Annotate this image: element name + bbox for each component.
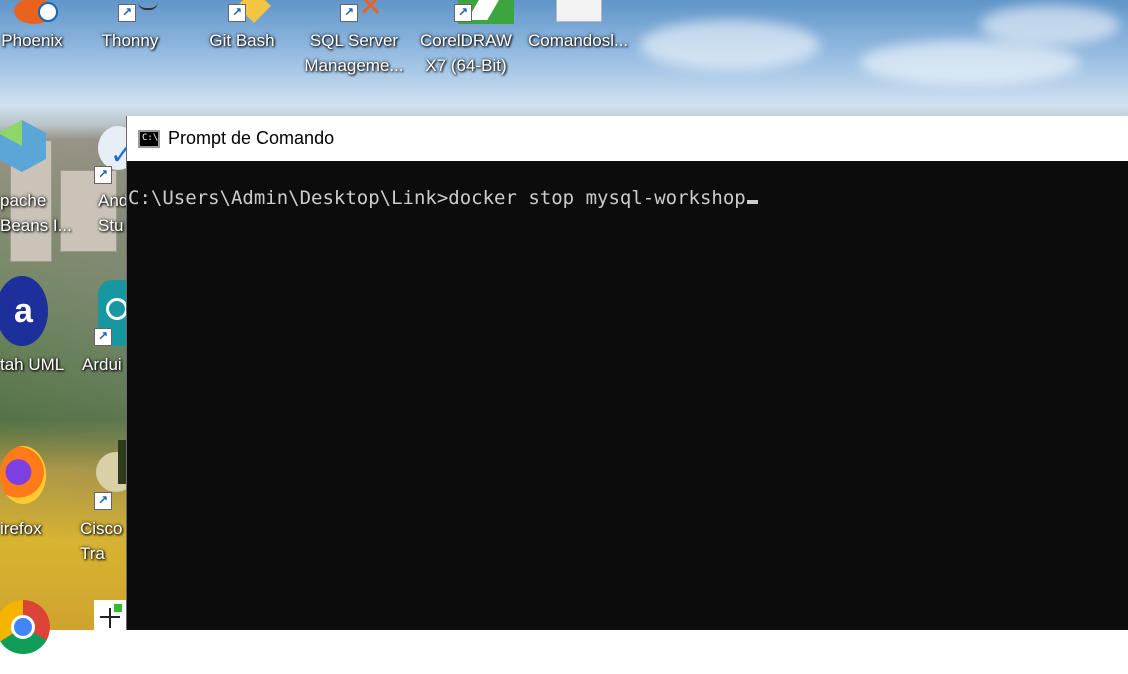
- window-titlebar[interactable]: C:\ Prompt de Comando: [127, 116, 1128, 161]
- text-cursor: [746, 200, 758, 204]
- desktop-icon-thonny[interactable]: ↗ Thonny: [80, 0, 180, 53]
- cisco-icon: ↗: [72, 440, 136, 516]
- icon-label: Phoenix: [1, 31, 63, 50]
- cmd-icon: C:\: [138, 129, 160, 148]
- icon-label: CorelDRAW X7 (64-Bit): [420, 31, 512, 75]
- phoenix-icon: [8, 0, 58, 28]
- shortcut-arrow-icon: ↗: [94, 492, 112, 510]
- desktop-icon-astah[interactable]: a tah UML: [0, 276, 76, 377]
- desktop-icon-chrome[interactable]: [0, 596, 76, 672]
- android-studio-icon: ✓ ↗: [72, 112, 138, 188]
- chrome-icon: [0, 596, 56, 672]
- icon-label: Ardui: [82, 355, 122, 374]
- icon-label: And Stu: [98, 191, 129, 235]
- shortcut-arrow-icon: ↗: [94, 328, 112, 346]
- desktop-icon-android-studio[interactable]: ✓ ↗ And Stu: [72, 112, 138, 238]
- cloud: [860, 40, 1080, 85]
- desktop-icon-cisco[interactable]: ↗ Cisco Tra: [72, 440, 136, 566]
- desktop-icon-phoenix[interactable]: Phoenix: [0, 0, 82, 53]
- console-prompt: C:\Users\Admin\Desktop\Link>: [128, 187, 449, 209]
- console-output[interactable]: C:\Users\Admin\Desktop\Link>docker stop …: [127, 161, 1128, 209]
- thonny-icon: ↗: [106, 0, 158, 28]
- cloud: [640, 20, 820, 70]
- coreldraw-icon: ↗: [442, 0, 514, 28]
- shortcut-arrow-icon: ↗: [118, 4, 136, 22]
- icon-label: SQL Server Manageme...: [304, 31, 404, 75]
- icon-label: Comandosl...: [528, 31, 629, 50]
- desktop-icon-coreldraw[interactable]: ↗ CorelDRAW X7 (64-Bit): [416, 0, 516, 78]
- netbeans-icon: [0, 112, 54, 188]
- window-title: Prompt de Comando: [168, 128, 335, 148]
- icon-label: Cisco Tra: [80, 519, 123, 563]
- command-prompt-window[interactable]: C:\ Prompt de Comando C:\Users\Admin\Des…: [126, 116, 1128, 630]
- git-bash-icon: ↗: [218, 0, 271, 28]
- icon-label: Thonny: [101, 31, 159, 50]
- console-command: docker stop mysql-workshop: [448, 187, 746, 209]
- shortcut-arrow-icon: ↗: [94, 166, 112, 184]
- shortcut-arrow-icon: ↗: [454, 4, 472, 22]
- desktop-icon-sql-server[interactable]: ✕ ↗ SQL Server Manageme...: [304, 0, 404, 78]
- astah-icon: a: [0, 276, 56, 352]
- firefox-icon: [0, 440, 56, 516]
- arduino-icon: ↗: [72, 276, 138, 352]
- sql-server-icon: ✕ ↗: [330, 0, 383, 28]
- shortcut-arrow-icon: ↗: [228, 4, 246, 22]
- desktop-icon-git-bash[interactable]: ↗ Git Bash: [192, 0, 292, 53]
- icon-label: irefox: [0, 519, 42, 538]
- desktop-icon-arduino[interactable]: ↗ Ardui: [72, 276, 138, 377]
- icon-label: Git Bash: [209, 31, 275, 50]
- text-file-icon: [554, 0, 602, 28]
- shortcut-arrow-icon: ↗: [340, 4, 358, 22]
- icon-label: tah UML: [0, 355, 65, 374]
- icon-label: pache Beans I...: [0, 191, 72, 235]
- desktop-icon-comandos-file[interactable]: Comandosl...: [528, 0, 628, 53]
- desktop-icon-firefox[interactable]: irefox: [0, 440, 76, 541]
- desktop-icon-network[interactable]: [72, 598, 132, 674]
- cloud: [980, 5, 1120, 45]
- network-icon: [72, 598, 132, 674]
- desktop-icon-netbeans[interactable]: pache Beans I...: [0, 112, 74, 238]
